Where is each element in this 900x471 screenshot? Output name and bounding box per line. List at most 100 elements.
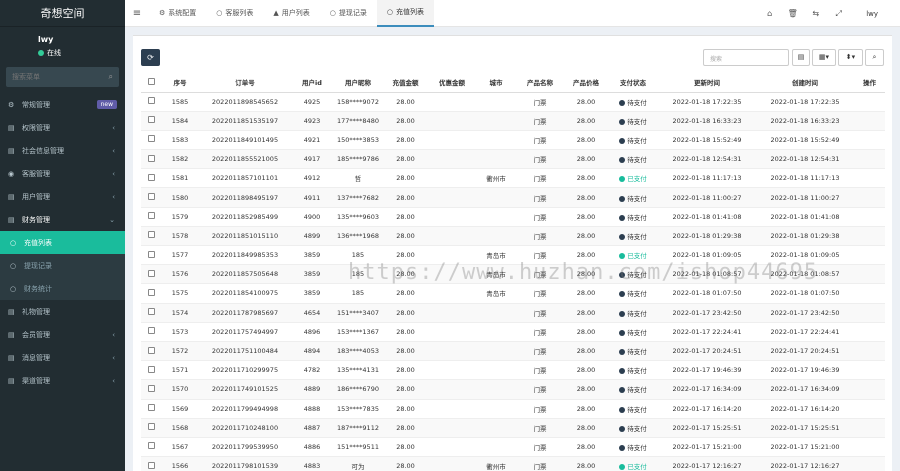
search-toggle-button[interactable]: ⌕ xyxy=(865,49,884,66)
table-row[interactable]: 1581 2022011857101101 4912 哲 28.00 衢州市 门票 28.00… xyxy=(141,168,885,189)
table-row[interactable]: 1567 2022011799539950 4886 151****9511 28.00… xyxy=(141,437,885,458)
sidebar-search[interactable]: ⌕ xyxy=(6,67,119,87)
sidebar-search-input[interactable] xyxy=(12,73,92,81)
tab-2[interactable]: ▲ 用户列表 xyxy=(263,0,319,27)
table-row[interactable]: 1566 2022011798101539 4883 可为 28.00 衢州市 门票 28.0… xyxy=(141,456,885,471)
row-checkbox[interactable] xyxy=(147,116,155,124)
columns-button[interactable]: ▦▾ xyxy=(812,49,836,66)
row-checkbox-cell[interactable] xyxy=(141,130,161,151)
search-icon[interactable]: ⌕ xyxy=(109,72,113,82)
row-checkbox[interactable] xyxy=(147,97,155,105)
column-header[interactable]: 序号 xyxy=(161,73,199,93)
row-checkbox-cell[interactable] xyxy=(141,322,161,342)
table-row[interactable]: 1575 2022011854100975 3859 185 28.00 青岛市 门票 28.… xyxy=(141,283,885,304)
column-header[interactable]: 操作 xyxy=(854,73,885,93)
row-checkbox[interactable] xyxy=(147,384,155,392)
row-checkbox[interactable] xyxy=(147,404,155,412)
top-user-name[interactable]: lwy xyxy=(850,10,900,18)
row-checkbox-cell[interactable] xyxy=(141,437,161,458)
sidebar-item-2[interactable]: ▤ 社会信息管理 ‹ xyxy=(0,139,125,162)
sidebar-item-5[interactable]: ▤ 财务管理 ⌄ xyxy=(0,208,125,231)
row-checkbox-cell[interactable] xyxy=(141,283,161,304)
row-checkbox-cell[interactable] xyxy=(141,168,161,189)
row-checkbox-cell[interactable] xyxy=(141,149,161,170)
row-checkbox[interactable] xyxy=(147,308,155,316)
sidebar-item-1[interactable]: ▤ 权限管理 ‹ xyxy=(0,116,125,139)
row-checkbox[interactable] xyxy=(147,423,155,431)
table-row[interactable]: 1582 2022011855521005 4917 185****9786 28.00… xyxy=(141,149,885,170)
row-checkbox[interactable] xyxy=(147,269,155,277)
home-icon[interactable]: ⌂ xyxy=(758,9,781,18)
tab-3[interactable]: ○ 提现记录 xyxy=(320,0,377,27)
row-checkbox[interactable] xyxy=(147,250,155,258)
row-checkbox[interactable] xyxy=(147,442,155,450)
row-checkbox-cell[interactable] xyxy=(141,379,161,400)
column-header[interactable]: 订单号 xyxy=(199,73,291,93)
table-row[interactable]: 1585 2022011898545652 4925 158****9072 28.00… xyxy=(141,92,885,112)
row-checkbox-cell[interactable] xyxy=(141,264,161,285)
row-checkbox-cell[interactable] xyxy=(141,111,161,131)
sidebar-item-3[interactable]: ◉ 客服管理 ‹ xyxy=(0,162,125,185)
fullscreen-icon[interactable]: ⤢ xyxy=(827,9,850,19)
column-header[interactable]: 充值金额 xyxy=(383,73,428,93)
table-row[interactable]: 1579 2022011852985499 4900 135****9603 28.00… xyxy=(141,207,885,227)
column-header[interactable]: 支付状态 xyxy=(608,73,658,93)
column-header[interactable]: 产品名称 xyxy=(516,73,564,93)
table-row[interactable]: 1584 2022011851535197 4923 177****8480 28.00… xyxy=(141,111,885,131)
table-row[interactable]: 1580 2022011898495197 4911 137****7682 28.00… xyxy=(141,187,885,208)
row-checkbox[interactable] xyxy=(147,461,155,469)
refresh-button[interactable]: ⟳ xyxy=(141,49,160,66)
row-checkbox-cell[interactable] xyxy=(141,418,161,438)
table-row[interactable]: 1573 2022011757494997 4896 153****1367 28.00… xyxy=(141,322,885,342)
table-row[interactable]: 1583 2022011849101495 4921 150****3853 28.00… xyxy=(141,130,885,151)
row-checkbox-cell[interactable] xyxy=(141,207,161,227)
row-checkbox-cell[interactable] xyxy=(141,341,161,362)
column-header[interactable]: 用户id xyxy=(291,73,333,93)
row-checkbox[interactable] xyxy=(147,173,155,181)
sidebar-item-10[interactable]: ▤ 会员管理 ‹ xyxy=(0,323,125,346)
row-checkbox[interactable] xyxy=(147,346,155,354)
row-checkbox[interactable] xyxy=(147,212,155,220)
app-logo[interactable]: 奇想空间 xyxy=(0,0,125,27)
sidebar-item-9[interactable]: ▤ 礼物管理 xyxy=(0,300,125,323)
column-header[interactable]: 城市 xyxy=(476,73,516,93)
table-row[interactable]: 1576 2022011857505648 3859 185 28.00 青岛市 门票 28.… xyxy=(141,264,885,285)
row-checkbox-cell[interactable] xyxy=(141,456,161,471)
sidebar-item-12[interactable]: ▤ 渠道管理 ‹ xyxy=(0,369,125,392)
trash-icon[interactable]: 🗑 xyxy=(781,9,804,18)
sidebar-item-6[interactable]: ○ 充值列表 xyxy=(0,231,125,254)
row-checkbox-cell[interactable] xyxy=(141,226,161,247)
row-checkbox[interactable] xyxy=(147,327,155,335)
toggle-view-button[interactable]: ▤ xyxy=(792,49,810,66)
menu-toggle-icon[interactable]: ≡ xyxy=(125,8,149,19)
table-row[interactable]: 1574 2022011787985697 4654 151****3407 28.00… xyxy=(141,303,885,323)
column-header[interactable]: 用户昵称 xyxy=(333,73,383,93)
row-checkbox-cell[interactable] xyxy=(141,303,161,323)
row-checkbox[interactable] xyxy=(147,231,155,239)
sidebar-item-0[interactable]: ⚙ 常规管理 new xyxy=(0,93,125,116)
table-row[interactable]: 1577 2022011849985353 3859 185 28.00 青岛市 门票 28.… xyxy=(141,245,885,266)
table-row[interactable]: 1570 2022011749101525 4889 186****6790 28.00… xyxy=(141,379,885,400)
column-header[interactable]: 优惠金额 xyxy=(428,73,476,93)
table-row[interactable]: 1568 2022011710248100 4887 187****9112 28.00… xyxy=(141,418,885,438)
row-checkbox-cell[interactable] xyxy=(141,187,161,208)
select-all-checkbox[interactable] xyxy=(147,77,155,85)
tab-0[interactable]: ⚙ 系统配置 xyxy=(149,0,206,27)
row-checkbox[interactable] xyxy=(147,365,155,373)
row-checkbox-cell[interactable] xyxy=(141,399,161,419)
sidebar-item-8[interactable]: ○ 财务统计 xyxy=(0,277,125,300)
sidebar-item-11[interactable]: ▤ 消息管理 ‹ xyxy=(0,346,125,369)
table-row[interactable]: 1571 2022011710299975 4782 135****4131 28.00… xyxy=(141,360,885,381)
row-checkbox-cell[interactable] xyxy=(141,245,161,266)
tab-4[interactable]: ○ 充值列表 xyxy=(376,0,434,27)
sidebar-item-7[interactable]: ○ 提现记录 xyxy=(0,254,125,277)
table-row[interactable]: 1578 2022011851015110 4899 136****1968 28.00… xyxy=(141,226,885,247)
column-header[interactable]: 创建时间 xyxy=(756,73,854,93)
export-button[interactable]: ⬍▾ xyxy=(838,49,863,66)
translate-icon[interactable]: ⇆ xyxy=(804,9,827,18)
row-checkbox-cell[interactable] xyxy=(141,360,161,381)
row-checkbox[interactable] xyxy=(147,193,155,201)
tab-1[interactable]: ○ 客服列表 xyxy=(206,0,263,27)
row-checkbox[interactable] xyxy=(147,288,155,296)
column-header[interactable]: 产品价格 xyxy=(564,73,608,93)
